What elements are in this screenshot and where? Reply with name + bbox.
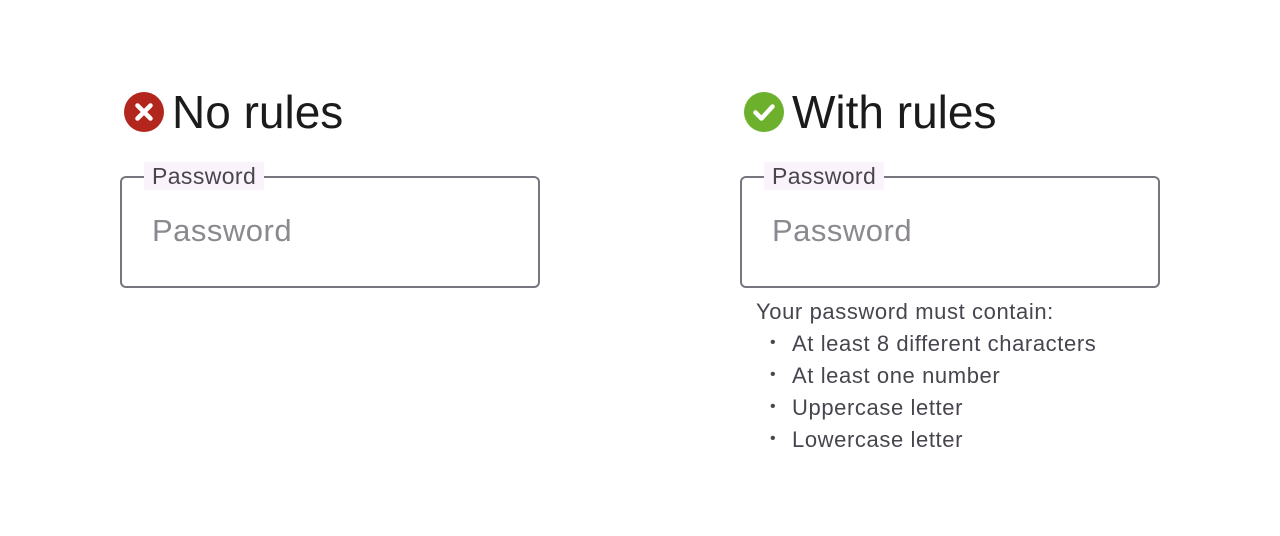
error-x-icon [124,92,164,132]
bullet-icon: • [770,430,777,447]
password-rule-text: At least one number [792,363,1001,388]
password-rules-title: Your password must contain: [756,299,1054,324]
password-field[interactable]: Password [120,162,540,288]
password-rules: Your password must contain: • At least 8… [756,296,1156,456]
password-rule-item: • At least 8 different characters [756,328,1156,360]
password-input[interactable] [152,206,512,256]
bullet-icon: • [770,398,777,415]
bullet-icon: • [770,366,777,383]
password-rule-text: At least 8 different characters [792,331,1097,356]
password-rule-item: • Uppercase letter [756,392,1156,424]
password-field-label: Password [144,162,265,190]
password-input[interactable] [772,206,1132,256]
no-rules-heading: No rules [124,86,343,138]
heading-title: With rules [792,86,997,138]
heading-title: No rules [172,86,344,138]
success-check-icon [744,92,784,132]
password-rules-list: • At least 8 different characters • At l… [756,328,1156,456]
password-rule-item: • At least one number [756,360,1156,392]
password-rule-text: Uppercase letter [792,395,964,420]
with-rules-heading: With rules [744,86,996,138]
password-rule-item: • Lowercase letter [756,424,1156,456]
password-field[interactable]: Password [740,162,1160,288]
bullet-icon: • [770,334,777,351]
password-field-label: Password [764,162,885,190]
password-rule-text: Lowercase letter [792,427,964,452]
